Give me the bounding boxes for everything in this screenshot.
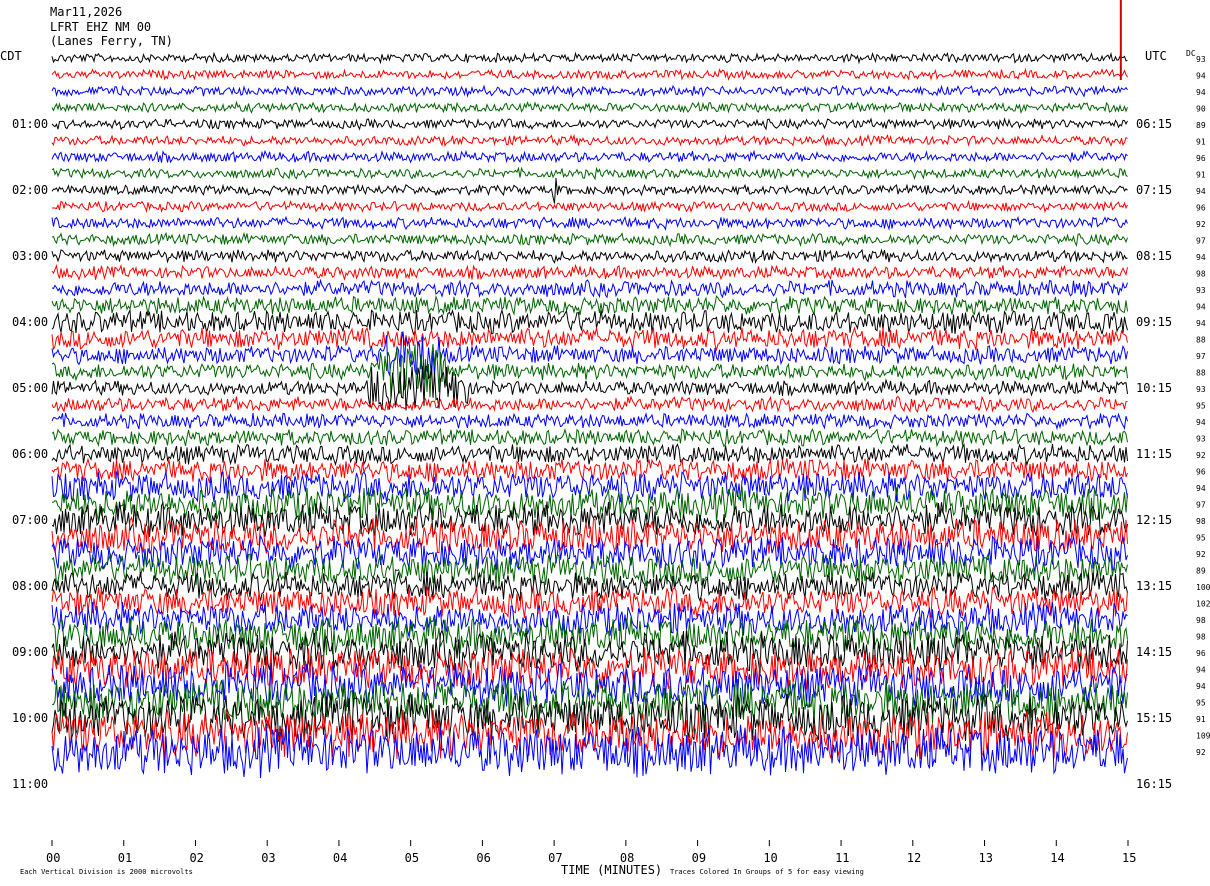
- x-tick-label-5: 05: [405, 851, 419, 865]
- dc-value-22: 94: [1196, 418, 1206, 427]
- dc-value-19: 88: [1196, 369, 1206, 378]
- dc-value-10: 92: [1196, 220, 1206, 229]
- dc-value-21: 95: [1196, 402, 1206, 411]
- right-tick-label-9: 15:15: [1136, 711, 1172, 725]
- dc-value-30: 92: [1196, 550, 1206, 559]
- dc-value-13: 98: [1196, 270, 1206, 279]
- dc-value-29: 95: [1196, 534, 1206, 543]
- header-station: LFRT EHZ NM 00: [50, 20, 151, 34]
- dc-value-40: 91: [1196, 715, 1206, 724]
- dc-value-35: 98: [1196, 633, 1206, 642]
- x-tick-label-14: 14: [1050, 851, 1064, 865]
- dc-value-8: 94: [1196, 187, 1206, 196]
- x-tick-label-0: 00: [46, 851, 60, 865]
- footer-scale-note: Each Vertical Division is 2000 microvolt…: [20, 868, 193, 876]
- x-tick-label-9: 09: [692, 851, 706, 865]
- dc-value-11: 97: [1196, 237, 1206, 246]
- dc-value-2: 94: [1196, 88, 1206, 97]
- dc-value-20: 93: [1196, 385, 1206, 394]
- left-zone-label: CDT: [0, 49, 22, 63]
- dc-header-label: DC: [1186, 49, 1196, 58]
- x-tick-label-6: 06: [476, 851, 490, 865]
- dc-value-17: 88: [1196, 336, 1206, 345]
- left-tick-label-10: 11:00: [12, 777, 48, 791]
- dc-value-39: 95: [1196, 699, 1206, 708]
- left-tick-label-7: 08:00: [12, 579, 48, 593]
- dc-value-33: 102: [1196, 600, 1210, 609]
- x-tick-label-3: 03: [261, 851, 275, 865]
- dc-value-18: 97: [1196, 352, 1206, 361]
- footer-color-note: Traces Colored In Groups of 5 for easy v…: [670, 868, 864, 876]
- left-tick-label-2: 03:00: [12, 249, 48, 263]
- dc-value-14: 93: [1196, 286, 1206, 295]
- dc-value-16: 94: [1196, 319, 1206, 328]
- dc-value-23: 93: [1196, 435, 1206, 444]
- right-tick-label-1: 07:15: [1136, 183, 1172, 197]
- dc-value-41: 109: [1196, 732, 1210, 741]
- right-tick-label-2: 08:15: [1136, 249, 1172, 263]
- x-tick-label-12: 12: [907, 851, 921, 865]
- x-tick-label-13: 13: [979, 851, 993, 865]
- dc-value-36: 96: [1196, 649, 1206, 658]
- right-tick-label-8: 14:15: [1136, 645, 1172, 659]
- x-axis-label: TIME (MINUTES): [561, 863, 662, 877]
- dc-value-6: 96: [1196, 154, 1206, 163]
- left-tick-label-1: 02:00: [12, 183, 48, 197]
- dc-value-25: 96: [1196, 468, 1206, 477]
- dc-value-24: 92: [1196, 451, 1206, 460]
- left-tick-label-3: 04:00: [12, 315, 48, 329]
- right-tick-label-6: 12:15: [1136, 513, 1172, 527]
- right-tick-label-5: 11:15: [1136, 447, 1172, 461]
- left-tick-label-8: 09:00: [12, 645, 48, 659]
- right-tick-label-0: 06:15: [1136, 117, 1172, 131]
- right-zone-label: UTC: [1145, 49, 1167, 63]
- x-tick-label-15: 15: [1122, 851, 1136, 865]
- dc-value-42: 92: [1196, 748, 1206, 757]
- right-tick-label-10: 16:15: [1136, 777, 1172, 791]
- dc-value-28: 98: [1196, 517, 1206, 526]
- dc-value-7: 91: [1196, 171, 1206, 180]
- right-tick-label-4: 10:15: [1136, 381, 1172, 395]
- dc-value-1: 94: [1196, 72, 1206, 81]
- left-tick-label-0: 01:00: [12, 117, 48, 131]
- dc-value-15: 94: [1196, 303, 1206, 312]
- dc-value-3: 90: [1196, 105, 1206, 114]
- x-tick-label-2: 02: [189, 851, 203, 865]
- x-tick-label-4: 04: [333, 851, 347, 865]
- left-tick-label-4: 05:00: [12, 381, 48, 395]
- dc-value-5: 91: [1196, 138, 1206, 147]
- dc-value-34: 98: [1196, 616, 1206, 625]
- header-date: Mar11,2026: [50, 5, 122, 19]
- dc-value-37: 94: [1196, 666, 1206, 675]
- dc-value-12: 94: [1196, 253, 1206, 262]
- dc-value-31: 89: [1196, 567, 1206, 576]
- x-tick-label-10: 10: [763, 851, 777, 865]
- dc-value-32: 100: [1196, 583, 1210, 592]
- x-tick-label-1: 01: [118, 851, 132, 865]
- dc-value-27: 97: [1196, 501, 1206, 510]
- dc-value-9: 96: [1196, 204, 1206, 213]
- left-tick-label-9: 10:00: [12, 711, 48, 725]
- x-tick-label-11: 11: [835, 851, 849, 865]
- left-tick-label-5: 06:00: [12, 447, 48, 461]
- dc-value-38: 94: [1196, 682, 1206, 691]
- helicorder-chart: Mar11,2026 LFRT EHZ NM 00 (Lanes Ferry, …: [0, 0, 1210, 886]
- right-tick-label-3: 09:15: [1136, 315, 1172, 329]
- right-tick-label-7: 13:15: [1136, 579, 1172, 593]
- dc-value-0: 93: [1196, 55, 1206, 64]
- dc-value-26: 94: [1196, 484, 1206, 493]
- left-tick-label-6: 07:00: [12, 513, 48, 527]
- dc-value-4: 89: [1196, 121, 1206, 130]
- header-location: (Lanes Ferry, TN): [50, 34, 173, 48]
